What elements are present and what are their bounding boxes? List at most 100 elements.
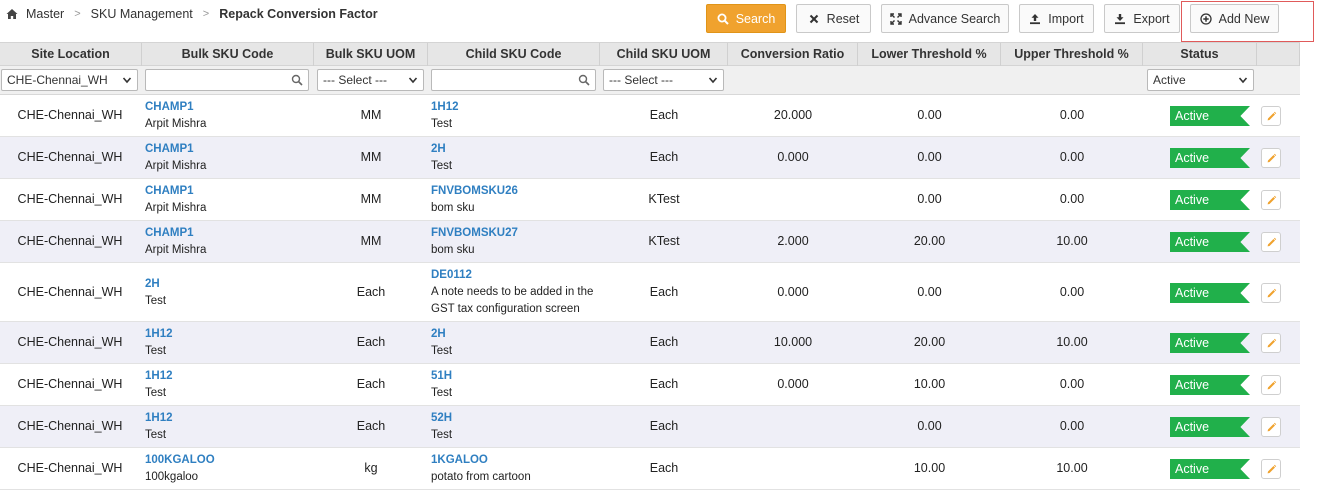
child-sku-code-link[interactable]: FNVBOMSKU27 bbox=[431, 225, 596, 242]
chevron-down-icon bbox=[708, 74, 718, 84]
child-sku-code-link[interactable]: 2H bbox=[431, 326, 596, 343]
bulk-sku-description: Arpit Mishra bbox=[145, 118, 207, 130]
child-sku-description: Test bbox=[431, 160, 453, 172]
reset-button-label: Reset bbox=[826, 11, 860, 26]
column-header-actions bbox=[1257, 43, 1300, 66]
edit-button[interactable] bbox=[1261, 333, 1281, 353]
child-sku-code-link[interactable]: 2H bbox=[431, 141, 596, 158]
child-sku-code-filter-input[interactable] bbox=[431, 69, 596, 91]
breadcrumb-item-sku-management[interactable]: SKU Management bbox=[91, 7, 193, 21]
breadcrumb-item-master[interactable]: Master bbox=[26, 7, 64, 21]
bulk-sku-uom-cell: kg bbox=[364, 461, 378, 475]
site-location-cell: CHE-Chennai_WH bbox=[17, 419, 123, 433]
status-badge: Active bbox=[1170, 333, 1250, 353]
home-icon[interactable] bbox=[6, 8, 18, 20]
bulk-sku-code-link[interactable]: 2H bbox=[145, 276, 310, 293]
child-sku-uom-filter-select[interactable]: --- Select --- bbox=[603, 69, 724, 91]
child-sku-description: bom sku bbox=[431, 244, 475, 256]
table-row[interactable]: CHE-Chennai_WH 1H12 Test Each 2H Test Each 10.0… bbox=[0, 322, 1300, 364]
child-sku-code-link[interactable]: 1KGALOO bbox=[431, 452, 596, 469]
table-row[interactable]: CHE-Chennai_WH CHAMP1 Arpit Mishra MM FNVBOM… bbox=[0, 179, 1300, 221]
edit-button[interactable] bbox=[1261, 106, 1281, 126]
bulk-sku-uom-cell: Each bbox=[356, 377, 386, 391]
child-sku-cell: 2H Test bbox=[431, 141, 596, 175]
search-button[interactable]: Search bbox=[706, 4, 786, 33]
column-header-site-location[interactable]: Site Location bbox=[0, 43, 142, 66]
column-header-conversion-ratio[interactable]: Conversion Ratio bbox=[728, 43, 858, 66]
edit-button[interactable] bbox=[1261, 190, 1281, 210]
edit-button[interactable] bbox=[1261, 417, 1281, 437]
advance-search-button[interactable]: Advance Search bbox=[881, 4, 1009, 33]
site-location-filter-value: CHE-Chennai_WH bbox=[7, 73, 108, 87]
table-row[interactable]: CHE-Chennai_WH 100KGALOO 100kgaloo kg 1KGALO… bbox=[0, 448, 1300, 490]
child-sku-code-link[interactable]: 52H bbox=[431, 410, 596, 427]
pencil-icon bbox=[1266, 464, 1277, 475]
child-sku-uom-cell: Each bbox=[649, 335, 679, 349]
bulk-sku-code-link[interactable]: CHAMP1 bbox=[145, 141, 310, 158]
expand-icon bbox=[889, 12, 902, 25]
table-row[interactable]: CHE-Chennai_WH 1H12 Test Each 52H Test Each 0.0… bbox=[0, 406, 1300, 448]
edit-button[interactable] bbox=[1261, 459, 1281, 479]
upper-threshold-cell: 0.00 bbox=[1059, 285, 1085, 299]
child-sku-description: Test bbox=[431, 429, 453, 441]
bulk-sku-code-link[interactable]: 1H12 bbox=[145, 410, 310, 427]
upper-threshold-cell: 0.00 bbox=[1059, 150, 1085, 164]
bulk-sku-description: 100kgaloo bbox=[145, 471, 199, 483]
advance-search-button-label: Advance Search bbox=[908, 11, 1001, 26]
table-row[interactable]: CHE-Chennai_WH CHAMP1 Arpit Mishra MM FNVBOM… bbox=[0, 221, 1300, 263]
chevron-down-icon bbox=[1238, 74, 1248, 84]
edit-button[interactable] bbox=[1261, 283, 1281, 303]
child-sku-uom-cell: Each bbox=[649, 150, 679, 164]
bulk-sku-code-link[interactable]: CHAMP1 bbox=[145, 225, 310, 242]
bulk-sku-description: Test bbox=[145, 387, 167, 399]
export-button[interactable]: Export bbox=[1104, 4, 1180, 33]
child-sku-code-link[interactable]: 1H12 bbox=[431, 99, 596, 116]
child-sku-cell: 2H Test bbox=[431, 326, 596, 360]
child-sku-uom-cell: KTest bbox=[648, 234, 680, 248]
search-icon[interactable] bbox=[291, 74, 303, 86]
import-button[interactable]: Import bbox=[1019, 4, 1094, 33]
bulk-sku-description: Test bbox=[145, 345, 167, 357]
bulk-sku-code-link[interactable]: CHAMP1 bbox=[145, 99, 310, 116]
child-sku-code-link[interactable]: DE0112 bbox=[431, 267, 596, 284]
status-filter-select[interactable]: Active bbox=[1147, 69, 1254, 91]
edit-button[interactable] bbox=[1261, 375, 1281, 395]
bulk-sku-description: Arpit Mishra bbox=[145, 202, 207, 214]
column-header-lower-threshold[interactable]: Lower Threshold % bbox=[858, 43, 1001, 66]
search-icon[interactable] bbox=[578, 74, 590, 86]
table-row[interactable]: CHE-Chennai_WH CHAMP1 Arpit Mishra MM 1H12 Te… bbox=[0, 95, 1300, 137]
column-header-bulk-sku-uom[interactable]: Bulk SKU UOM bbox=[314, 43, 428, 66]
site-location-filter-select[interactable]: CHE-Chennai_WH bbox=[1, 69, 138, 91]
column-header-child-sku-uom[interactable]: Child SKU UOM bbox=[600, 43, 728, 66]
pencil-icon bbox=[1266, 288, 1277, 299]
bulk-sku-code-link[interactable]: 1H12 bbox=[145, 326, 310, 343]
child-sku-code-link[interactable]: 51H bbox=[431, 368, 596, 385]
bulk-sku-code-link[interactable]: 1H12 bbox=[145, 368, 310, 385]
site-location-cell: CHE-Chennai_WH bbox=[17, 108, 123, 122]
status-badge: Active bbox=[1170, 148, 1250, 168]
table-header: Site Location Bulk SKU Code Bulk SKU UOM… bbox=[0, 42, 1300, 66]
child-sku-cell: FNVBOMSKU26 bom sku bbox=[431, 183, 596, 217]
child-sku-code-link[interactable]: FNVBOMSKU26 bbox=[431, 183, 596, 200]
table-row[interactable]: CHE-Chennai_WH 1H12 Test Each 51H Test Each 0.0… bbox=[0, 364, 1300, 406]
edit-button[interactable] bbox=[1261, 148, 1281, 168]
child-sku-cell: FNVBOMSKU27 bom sku bbox=[431, 225, 596, 259]
upper-threshold-cell: 10.00 bbox=[1056, 461, 1088, 475]
bulk-sku-uom-cell: Each bbox=[356, 285, 386, 299]
bulk-sku-code-link[interactable]: 100KGALOO bbox=[145, 452, 310, 469]
column-header-status[interactable]: Status bbox=[1143, 43, 1257, 66]
column-header-bulk-sku-code[interactable]: Bulk SKU Code bbox=[142, 43, 314, 66]
conversion-ratio-cell: 0.000 bbox=[777, 377, 809, 391]
table-row[interactable]: CHE-Chennai_WH 2H Test Each DE0112 A note nee… bbox=[0, 263, 1300, 322]
edit-button[interactable] bbox=[1261, 232, 1281, 252]
bulk-sku-code-link[interactable]: CHAMP1 bbox=[145, 183, 310, 200]
reset-button[interactable]: Reset bbox=[796, 4, 871, 33]
bulk-sku-uom-filter-select[interactable]: --- Select --- bbox=[317, 69, 424, 91]
column-header-upper-threshold[interactable]: Upper Threshold % bbox=[1001, 43, 1143, 66]
site-location-cell: CHE-Chennai_WH bbox=[17, 285, 123, 299]
breadcrumb: Master > SKU Management > Repack Convers… bbox=[6, 7, 378, 21]
column-header-child-sku-code[interactable]: Child SKU Code bbox=[428, 43, 600, 66]
table-row[interactable]: CHE-Chennai_WH CHAMP1 Arpit Mishra MM 2H Test… bbox=[0, 137, 1300, 179]
bulk-sku-code-filter-input[interactable] bbox=[145, 69, 309, 91]
site-location-cell: CHE-Chennai_WH bbox=[17, 192, 123, 206]
